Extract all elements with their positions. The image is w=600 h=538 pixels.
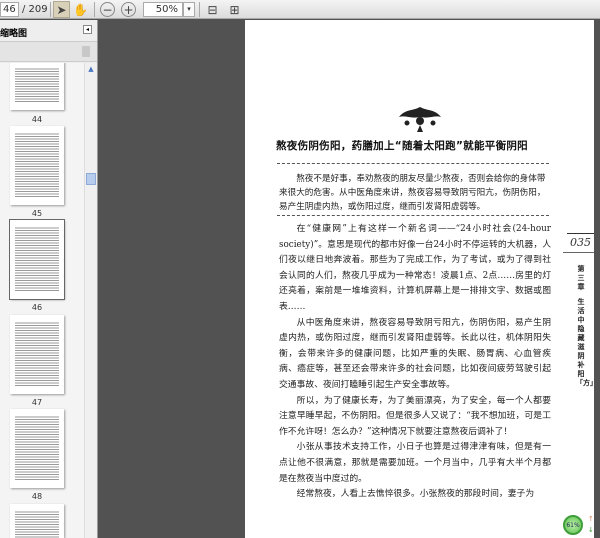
zoom-out-icon[interactable]: − <box>100 2 115 17</box>
thumbnail-label: 48 <box>31 492 43 501</box>
divider <box>563 252 594 253</box>
thumbnail-panel: 缩略图 ◂ 44 45 46 47 48 ▲ <box>0 20 98 538</box>
thumbnail-scrollbar[interactable]: ▲ <box>84 63 96 538</box>
divider <box>94 2 95 17</box>
hand-tool-icon[interactable]: ✋ <box>72 1 89 18</box>
body-text: 在“健康网”上有这样一个新名词——“24小时社会(24-hour society… <box>279 222 551 503</box>
thumbnail-label: 45 <box>31 209 43 218</box>
divider <box>277 215 549 216</box>
thumbnail-list: 44 45 46 47 48 <box>0 63 85 538</box>
section-title: 熬夜伤阴伤阳，药膳加上“随着太阳跑”就能平衡阴阳 <box>275 140 528 152</box>
page-total: / 209 <box>22 4 48 15</box>
thumbnail-label: 47 <box>31 398 43 407</box>
full-screen-icon[interactable]: ⊞ <box>226 1 243 18</box>
thumbnail-page-45[interactable] <box>10 126 64 205</box>
thumbnail-label: 46 <box>31 303 43 312</box>
divider <box>277 163 549 164</box>
paragraph: 在“健康网”上有这样一个新名词——“24小时社会(24-hour society… <box>279 224 551 312</box>
paragraph: 从中医角度来讲，熬夜容易导致阴亏阳亢，伤阴伤阳，易产生阴虚内热，或伤阳过度，继而… <box>279 317 551 390</box>
chapter-title: 生活中隐藏滋阴补阳「方」 <box>576 298 597 387</box>
thumbnail-page-48[interactable] <box>10 409 64 488</box>
thumbnail-page-44[interactable] <box>10 63 64 110</box>
page-number-input[interactable]: 46 <box>0 2 19 17</box>
page-number: 035 <box>567 233 594 249</box>
toolbar: 46 / 209 ➤ ✋ − + 50% ▾ ⊟ ⊞ <box>0 0 600 19</box>
document-page: 熬夜伤阴伤阳，药膳加上“随着太阳跑”就能平衡阴阳 熬夜不是好事，奉劝熬夜的朋友尽… <box>245 20 597 538</box>
scrollbar-thumb[interactable] <box>86 173 96 185</box>
zoom-in-icon[interactable]: + <box>121 2 136 17</box>
network-speed-widget[interactable]: 61% <box>563 515 583 535</box>
fit-page-icon[interactable]: ⊟ <box>204 1 221 18</box>
chapter-label: 第三章 <box>577 265 585 291</box>
trash-icon[interactable] <box>82 46 90 57</box>
ornament-icon <box>399 107 441 132</box>
upload-icon: ↑ <box>588 515 594 523</box>
scroll-up-icon[interactable]: ▲ <box>86 65 96 74</box>
paragraph: 经常熬夜，人看上去憔悴很多。小张熬夜的那段时间，妻子为 <box>296 489 535 500</box>
thumbnail-page-49[interactable] <box>10 504 64 538</box>
thumbnail-page-47[interactable] <box>10 315 64 394</box>
zoom-level-input[interactable]: 50% <box>143 2 183 17</box>
paragraph: 小张从事技术支持工作，小日子也算是过得津津有味，但是有一点让他不很满意，那就是需… <box>279 442 551 484</box>
divider <box>199 2 200 17</box>
collapse-panel-button[interactable]: ◂ <box>83 25 92 34</box>
download-icon: ↓ <box>588 526 594 534</box>
thumbnail-page-46[interactable] <box>9 219 65 300</box>
paragraph: 所以，为了健康长寿，为了美丽漂亮，为了安全，每一个人都要注意早睡早起，不伤阴阳。… <box>279 395 551 437</box>
thumbnail-label: 44 <box>31 115 43 124</box>
select-tool-icon[interactable]: ➤ <box>53 1 70 18</box>
panel-header: 缩略图 ◂ <box>0 20 97 42</box>
divider <box>50 2 51 17</box>
zoom-dropdown[interactable]: ▾ <box>183 2 195 17</box>
section-abstract: 熬夜不是好事，奉劝熬夜的朋友尽量少熬夜，否则会给你的身体带来很大的危害。从中医角… <box>279 174 546 212</box>
panel-toolbar <box>0 42 97 62</box>
panel-title: 缩略图 <box>0 29 28 39</box>
